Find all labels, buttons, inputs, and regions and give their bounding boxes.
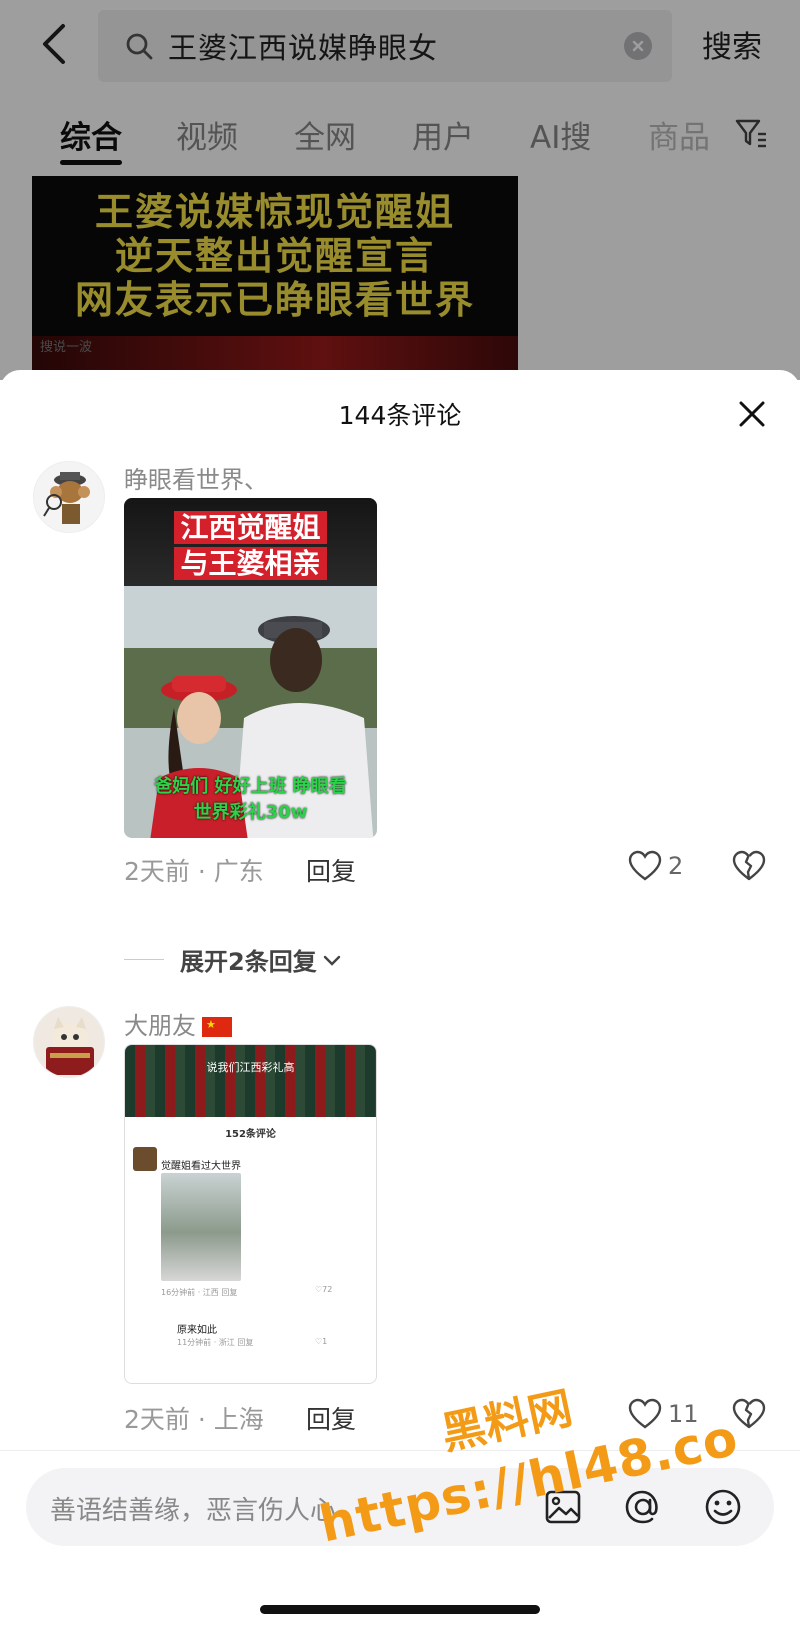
image-panel-photo <box>161 1173 241 1281</box>
broken-heart-icon <box>732 1398 766 1429</box>
reply-button[interactable]: 回复 <box>306 852 356 888</box>
image-panel-reply: 原来如此 <box>177 1325 217 1336</box>
image-caption-top: 江西觉醒姐 <box>124 506 377 546</box>
image-video-frame: 说我们江西彩礼高 <box>125 1045 376 1117</box>
at-mention-icon[interactable] <box>622 1486 664 1528</box>
comment-image[interactable]: 说我们江西彩礼高 152条评论 觉醒姐看过大世界 16分钟前 · 江西 回复 ♡… <box>124 1044 377 1384</box>
expand-replies-button[interactable]: 展开2条回复 <box>124 942 343 977</box>
image-panel-avatar <box>133 1147 157 1171</box>
image-panel-likes: ♡1 <box>315 1337 328 1346</box>
cat-avatar-icon <box>34 1007 104 1077</box>
dim-overlay[interactable] <box>0 0 800 380</box>
image-overlay-text: 世界彩礼30w <box>193 802 308 823</box>
comment-image[interactable]: 江西觉醒姐 与王婆相亲 爸妈们 好好上班 睁眼看 世界彩礼30w <box>124 498 377 838</box>
image-top-caption: 说我们江西彩礼高 <box>206 1061 295 1074</box>
comment-meta: 2天前 · 广东 <box>124 857 264 886</box>
home-indicator[interactable] <box>260 1605 540 1614</box>
comment-username[interactable]: 大朋友 ★ <box>124 1006 232 1041</box>
comment-input-placeholder: 善语结善缘，恶言伤人心 <box>50 1496 337 1526</box>
like-button[interactable]: 2 <box>628 850 683 882</box>
comment-meta: 2天前 · 上海 <box>124 1405 264 1434</box>
dislike-button[interactable] <box>732 1398 766 1434</box>
comment-username[interactable]: 睁眼看世界、 <box>124 460 268 495</box>
like-button[interactable]: 11 <box>628 1398 699 1430</box>
image-overlay-text: 爸妈们 好好上班 睁眼看 <box>154 776 347 797</box>
image-icon[interactable] <box>542 1486 584 1528</box>
comments-sheet: 144条评论 睁眼看世界、 江西觉醒姐 与王婆相亲 爸妈们 好好上班 睁眼看 世… <box>0 370 800 1635</box>
image-panel-meta: 16分钟前 · 江西 回复 <box>161 1288 238 1297</box>
reply-button[interactable]: 回复 <box>306 1400 356 1436</box>
input-divider <box>0 1450 800 1451</box>
image-panel-comment: 觉醒姐看过大世界 <box>161 1161 241 1172</box>
dislike-button[interactable] <box>732 850 766 886</box>
expand-divider <box>124 959 164 960</box>
comments-count-title: 144条评论 <box>338 401 462 430</box>
mouse-detective-avatar-icon <box>34 462 104 532</box>
avatar[interactable] <box>33 1006 105 1078</box>
heart-icon <box>628 1398 662 1429</box>
china-flag-icon: ★ <box>202 1017 232 1037</box>
like-count: 2 <box>668 852 684 880</box>
chevron-down-icon <box>323 955 340 966</box>
comment-time: 2天前 <box>124 1405 190 1434</box>
image-comment-panel: 152条评论 觉醒姐看过大世界 16分钟前 · 江西 回复 ♡72 原来如此 1… <box>125 1117 376 1383</box>
heart-icon <box>628 850 662 881</box>
search-results-page: 王婆江西说媒睁眼女 搜索 综合 视频 全网 用户 AI搜 商品 王婆说媒惊现觉醒… <box>0 0 800 386</box>
image-panel-likes: ♡72 <box>315 1285 333 1294</box>
comment-time: 2天前 <box>124 857 190 886</box>
image-panel-title: 152条评论 <box>225 1129 276 1140</box>
emoji-icon[interactable] <box>702 1486 744 1528</box>
close-icon[interactable] <box>732 394 772 434</box>
image-panel-meta: 11分钟前 · 浙江 回复 <box>177 1338 254 1347</box>
broken-heart-icon <box>732 850 766 881</box>
image-caption-bottom: 与王婆相亲 <box>124 542 377 582</box>
comment-location: 广东 <box>213 857 264 886</box>
expand-replies-label: 展开2条回复 <box>180 948 317 976</box>
avatar[interactable] <box>33 461 105 533</box>
like-count: 11 <box>668 1400 699 1428</box>
comment-input[interactable]: 善语结善缘，恶言伤人心 <box>26 1468 774 1546</box>
comment-location: 上海 <box>213 1405 264 1434</box>
